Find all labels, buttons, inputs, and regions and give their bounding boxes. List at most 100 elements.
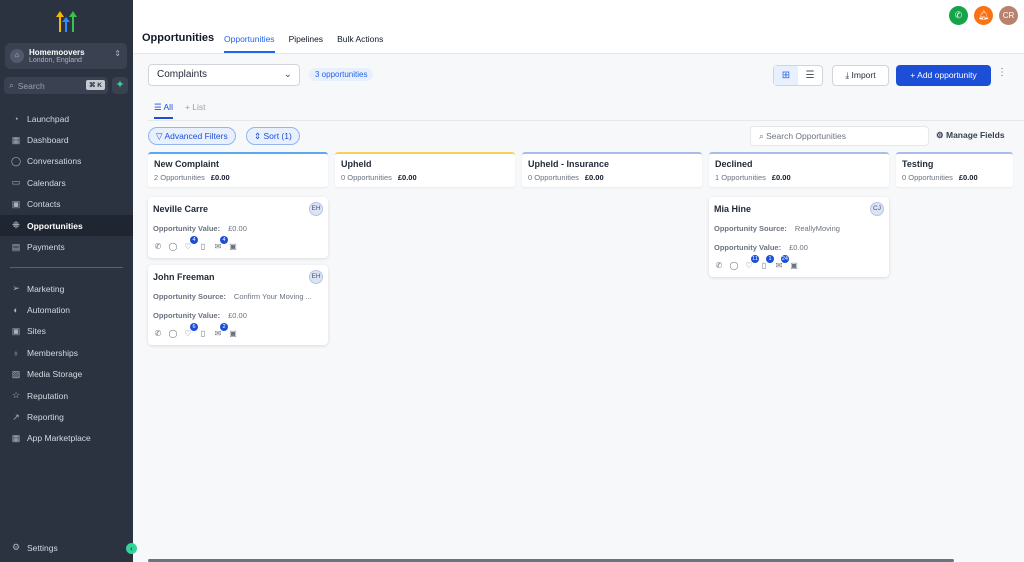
account-location: London, England bbox=[29, 57, 82, 64]
sidebar-item-label: Contacts bbox=[27, 199, 61, 210]
message-icon[interactable]: ◯ bbox=[168, 242, 178, 251]
sidebar-item-label: Reporting bbox=[27, 412, 64, 423]
dashboard-icon: ▦ bbox=[11, 134, 21, 145]
calendar-icon[interactable]: ▣ bbox=[789, 261, 799, 270]
appointments-icon[interactable]: ✉ 4 bbox=[213, 236, 228, 251]
pipeline-column: New Complaint 2 Opportunities £0.00 Neville… bbox=[148, 152, 328, 345]
tab-label: All bbox=[163, 102, 173, 112]
field-label: Opportunity Value: bbox=[714, 243, 782, 252]
tasks-count-badge: 4 bbox=[190, 236, 198, 244]
notifications-button[interactable]: 🔔︎ bbox=[974, 6, 993, 25]
column-title: Upheld - Insurance bbox=[528, 159, 610, 169]
opportunity-card[interactable]: Mia Hine CJ Opportunity Source: ReallyMovin… bbox=[709, 197, 889, 277]
column-value: £0.00 bbox=[397, 173, 417, 182]
sidebar-search[interactable]: ⌕ Search ⌘ K bbox=[4, 77, 108, 94]
sidebar-item-conversations[interactable]: ◯ Conversations bbox=[0, 151, 133, 172]
logo bbox=[55, 10, 79, 34]
tasks-icon[interactable]: ♡ 11 bbox=[744, 255, 759, 270]
search-shortcut: ⌘ K bbox=[86, 80, 105, 90]
add-opportunity-button[interactable]: + Add opportunity bbox=[896, 65, 991, 86]
pipeline-select[interactable]: Complaints ⌄ bbox=[148, 64, 300, 86]
appointments-icon[interactable]: ✉ 24 bbox=[774, 255, 789, 270]
phone-icon[interactable]: ✆ bbox=[153, 329, 163, 338]
owner-avatar: EH bbox=[309, 270, 323, 284]
sidebar-item-settings[interactable]: ⚙ Settings bbox=[0, 537, 133, 558]
contact-name[interactable]: John Freeman bbox=[153, 272, 323, 282]
sidebar-item-dashboard[interactable]: ▦ Dashboard bbox=[0, 129, 133, 150]
sidebar-item-marketing[interactable]: ➢ Marketing bbox=[0, 278, 133, 299]
phone-button[interactable]: ✆ bbox=[949, 6, 968, 25]
column-header: Upheld - Insurance 0 Opportunities £0.00 bbox=[522, 152, 702, 187]
column-summary: 0 Opportunities £0.00 bbox=[902, 173, 1007, 182]
tab-pipelines[interactable]: Pipelines bbox=[289, 34, 324, 53]
media-storage-icon: ▨ bbox=[11, 368, 21, 379]
import-button[interactable]: ⤓ Import bbox=[832, 65, 889, 86]
contact-name[interactable]: Neville Carre bbox=[153, 204, 323, 214]
sidebar-item-memberships[interactable]: ♁ Memberships bbox=[0, 342, 133, 363]
pipeline-column: Upheld 0 Opportunities £0.00 bbox=[335, 152, 515, 187]
sidebar-item-sites[interactable]: ▣ Sites bbox=[0, 321, 133, 342]
owner-avatar: CJ bbox=[870, 202, 884, 216]
search-opportunities-input[interactable]: ⌕ Search Opportunities bbox=[750, 126, 929, 146]
sidebar-item-payments[interactable]: ▤ Payments bbox=[0, 236, 133, 257]
sidebar-item-contacts[interactable]: ▣ Contacts bbox=[0, 194, 133, 215]
notes-icon[interactable]: ▯ 1 bbox=[759, 255, 774, 270]
field-value: £0.00 bbox=[228, 224, 247, 233]
field-value: Confirm Your Moving ... bbox=[233, 292, 312, 301]
advanced-filters-button[interactable]: ▽ Advanced Filters bbox=[148, 127, 236, 145]
reputation-icon: ☆ bbox=[11, 390, 21, 401]
column-count: 0 Opportunities bbox=[341, 173, 392, 182]
phone-icon[interactable]: ✆ bbox=[153, 242, 163, 251]
column-summary: 1 Opportunities £0.00 bbox=[715, 173, 883, 182]
column-count: 0 Opportunities bbox=[528, 173, 579, 182]
tab-opportunities[interactable]: Opportunities bbox=[224, 34, 275, 53]
manage-fields-button[interactable]: ⚙ Manage Fields bbox=[936, 130, 1005, 141]
column-summary: 0 Opportunities £0.00 bbox=[528, 173, 696, 182]
conversations-icon: ◯ bbox=[10, 155, 22, 166]
user-avatar[interactable]: CR bbox=[999, 6, 1018, 25]
field-value: £0.00 bbox=[228, 311, 247, 320]
grid-view-button[interactable]: ⊞ bbox=[774, 66, 798, 85]
opportunity-card[interactable]: Neville Carre EH Opportunity Value: £0.00 ✆ ◯… bbox=[148, 197, 328, 258]
list-view-button[interactable]: ☰ bbox=[798, 66, 822, 85]
more-options-icon[interactable]: ⋮ bbox=[997, 67, 1007, 78]
sidebar-item-opportunities[interactable]: ⁜ Opportunities bbox=[0, 214, 133, 237]
appointments-icon[interactable]: ✉ 2 bbox=[213, 323, 228, 338]
opportunity-card[interactable]: John Freeman EH Opportunity Source: Confirm… bbox=[148, 265, 328, 345]
sidebar-item-automation[interactable]: ◐ Automation bbox=[0, 299, 133, 320]
reporting-icon: ↗ bbox=[12, 411, 20, 422]
quick-add-button[interactable]: ✦ bbox=[112, 77, 128, 94]
column-header: Upheld 0 Opportunities £0.00 bbox=[335, 152, 515, 187]
tasks-icon[interactable]: ♡ 6 bbox=[183, 323, 198, 338]
phone-icon[interactable]: ✆ bbox=[714, 261, 724, 270]
gear-icon: ⚙ bbox=[936, 130, 946, 140]
marketing-icon: ➢ bbox=[12, 283, 20, 294]
calendar-icon[interactable]: ▣ bbox=[228, 242, 238, 251]
pipeline-column: Declined 1 Opportunities £0.00 Mia Hine CJ Op… bbox=[709, 152, 889, 277]
account-switcher[interactable]: ⌂ Homemoovers London, England ⇕ bbox=[5, 43, 127, 69]
card-actions: ✆ ◯ ♡ 6 ▯ ✉ 2 ▣ bbox=[153, 323, 323, 338]
contact-name[interactable]: Mia Hine bbox=[714, 204, 884, 214]
tasks-icon[interactable]: ♡ 4 bbox=[183, 236, 198, 251]
message-icon[interactable]: ◯ bbox=[729, 261, 739, 270]
sidebar-item-label: Conversations bbox=[27, 156, 82, 167]
sidebar-item-app-marketplace[interactable]: ▦ App Marketplace bbox=[0, 428, 133, 449]
tab-bulk-actions[interactable]: Bulk Actions bbox=[337, 34, 383, 53]
sidebar-item-calendars[interactable]: ▭ Calendars bbox=[0, 172, 133, 193]
sidebar-item-label: Sites bbox=[27, 326, 46, 337]
notes-icon[interactable]: ▯ bbox=[198, 329, 208, 338]
sidebar-item-media-storage[interactable]: ▨ Media Storage bbox=[0, 364, 133, 385]
view-tab-all[interactable]: ☰ All bbox=[154, 102, 173, 119]
column-header: New Complaint 2 Opportunities £0.00 bbox=[148, 152, 328, 187]
search-icon: ⌕ bbox=[9, 80, 14, 90]
sidebar-item-reputation[interactable]: ☆ Reputation bbox=[0, 385, 133, 406]
column-title: Declined bbox=[715, 159, 753, 169]
sidebar-item-launchpad[interactable]: ◔ Launchpad bbox=[0, 108, 133, 129]
view-tab-add-list[interactable]: + List bbox=[185, 102, 206, 119]
calendar-icon[interactable]: ▣ bbox=[228, 329, 238, 338]
message-icon[interactable]: ◯ bbox=[168, 329, 178, 338]
sidebar-item-label: Calendars bbox=[27, 177, 66, 188]
notes-icon[interactable]: ▯ bbox=[198, 242, 208, 251]
sort-button[interactable]: ⇕ Sort (1) bbox=[246, 127, 300, 145]
sidebar-item-reporting[interactable]: ↗ Reporting bbox=[0, 406, 133, 427]
